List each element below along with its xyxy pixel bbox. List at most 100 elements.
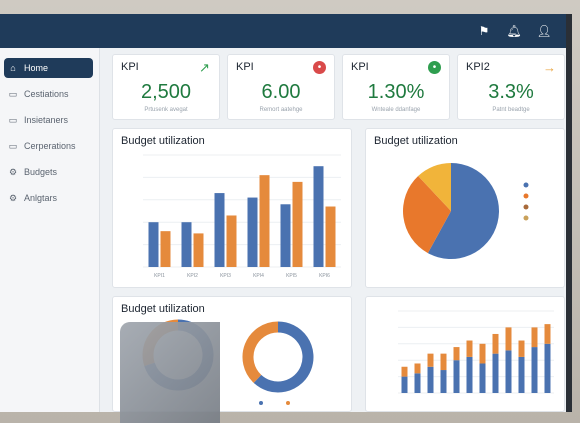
user-icon[interactable]: 👤︎ [536, 23, 552, 39]
sidebar-item-label: Cestiations [24, 89, 69, 99]
legend-swatch [523, 215, 529, 221]
x-tick-label: KPI3 [220, 273, 231, 279]
sidebar-item-label: Insietaners [24, 115, 69, 125]
donut-segment [242, 321, 279, 383]
stacked-bar-segment [479, 343, 486, 364]
legend-swatch [523, 204, 529, 210]
stacked-bar-segment [479, 363, 486, 393]
stacked-bar-segment [440, 370, 447, 393]
stacked-bar-chart [398, 310, 554, 394]
stacked-bar-segment [453, 360, 460, 393]
flag-icon[interactable]: ⚑ [476, 23, 492, 39]
legend-swatch [286, 401, 290, 405]
dashboard-screen: ⚑ 🔔︎ 👤︎ ⌂ Home ▭ Cestiations ▭ Insietane… [0, 14, 572, 412]
bar [313, 166, 324, 267]
bar [160, 231, 171, 267]
kpi-label: KPI [121, 61, 139, 73]
stacked-bar-segment [401, 366, 408, 377]
stacked-bar-segment [492, 333, 499, 354]
kpi-label: KPI2 [466, 61, 490, 73]
x-tick-label: KPI1 [154, 273, 165, 279]
sidebar-item-home[interactable]: ⌂ Home [4, 58, 93, 78]
gear-icon: ⚙ [8, 193, 18, 203]
gear-icon: ⚙ [8, 167, 18, 177]
stacked-bar-segment [531, 347, 538, 393]
stacked-bar-segment [453, 347, 460, 361]
legend-swatch [523, 182, 529, 188]
sidebar-item-label: Anlgtars [24, 193, 58, 203]
stacked-bar-segment [544, 324, 551, 344]
chart-title: Budget utilization [374, 135, 458, 147]
kpi-label: KPI [236, 61, 254, 73]
budget-bar-card: Budget utilization KPI1 KPI2 KPI3 KPI4 KPI5 K… [112, 128, 352, 288]
stacked-bar-segment [466, 356, 473, 393]
kpi-value: 6.00 [261, 81, 301, 103]
stacked-bar-segment [414, 363, 421, 374]
kpi-subtext: Prtusenk avegat [144, 107, 188, 113]
legend-swatch [259, 401, 263, 405]
chart-title: Budget utilization [121, 303, 205, 315]
stacked-bar-segment [518, 356, 525, 393]
sidebar: ⌂ Home ▭ Cestiations ▭ Insietaners ▭ Cer… [0, 48, 100, 412]
stacked-bar-segment [505, 350, 512, 393]
stacked-bar-segment [544, 343, 551, 393]
doc-icon: ▭ [8, 89, 18, 99]
sidebar-item-1[interactable]: ▭ Cestiations [4, 84, 93, 104]
kpi-subtext: Patnt beadtge [492, 107, 530, 113]
kpi-subtext: Wnteale ddanfage [371, 107, 421, 113]
bar [226, 215, 237, 267]
foreground-blur [120, 322, 220, 423]
stacked-bar-segment [518, 340, 525, 357]
stacked-bar-segment [505, 327, 512, 351]
sidebar-item-label: Budgets [24, 167, 58, 177]
budget-pie-card: Budget utilization [365, 128, 565, 288]
bar [181, 222, 192, 267]
stacked-bar-segment [427, 353, 434, 367]
kpi-subtext: Remort aatehge [259, 107, 303, 113]
x-tick-label: KPI4 [253, 273, 264, 279]
sidebar-item-3[interactable]: ▭ Cerperations [4, 136, 93, 156]
bar [214, 193, 225, 267]
sidebar-item-2[interactable]: ▭ Insietaners [4, 110, 93, 130]
doc-icon: ▭ [8, 115, 18, 125]
stacked-bar-segment [531, 327, 538, 348]
bar [325, 206, 336, 267]
kpi-card: KPI • 1.30% Wnteale ddanfage [342, 54, 450, 120]
stacked-bar-card [365, 296, 565, 412]
sidebar-item-label: Cerperations [24, 141, 76, 151]
bar [193, 233, 204, 267]
bar [247, 197, 258, 267]
stacked-bar-segment [492, 353, 499, 393]
bar [259, 175, 270, 267]
bar [280, 204, 291, 267]
stacked-bar-segment [427, 366, 434, 393]
legend-swatch [523, 193, 529, 199]
home-icon: ⌂ [10, 63, 16, 73]
kpi-card: KPI • 6.00 Remort aatehge [227, 54, 335, 120]
kpi-value: 2,500 [140, 81, 192, 103]
kpi-value: 3.3% [488, 81, 534, 103]
budget-bar-chart: KPI1 KPI2 KPI3 KPI4 KPI5 KPI6 [143, 154, 341, 279]
bar [148, 222, 159, 267]
doc-icon: ▭ [8, 141, 18, 151]
arrow-up-icon: ↗ [199, 60, 210, 75]
arrow-right-icon: → [543, 60, 556, 75]
x-tick-label: KPI5 [286, 273, 297, 279]
sidebar-item-4[interactable]: ⚙ Budgets [4, 162, 93, 182]
x-tick-label: KPI6 [319, 273, 330, 279]
sidebar-item-5[interactable]: ⚙ Anlgtars [4, 188, 93, 208]
budget-pie-chart [403, 163, 529, 259]
kpi-card: KPI ↗ 2,500 Prtusenk avegat [112, 54, 220, 120]
bell-icon[interactable]: 🔔︎ [506, 23, 522, 39]
bar [292, 181, 303, 267]
kpi-label: KPI [351, 61, 369, 73]
dot-icon: • [313, 61, 326, 74]
stacked-bar-segment [401, 376, 408, 393]
kpi-card: KPI2 → 3.3% Patnt beadtge [457, 54, 565, 120]
stacked-bar-segment [440, 353, 447, 371]
stacked-bar-segment [466, 340, 473, 357]
kpi-value: 1.30% [367, 81, 425, 103]
stacked-bar-segment [414, 373, 421, 393]
x-tick-label: KPI2 [187, 273, 198, 279]
top-bar: ⚑ 🔔︎ 👤︎ [0, 14, 566, 48]
